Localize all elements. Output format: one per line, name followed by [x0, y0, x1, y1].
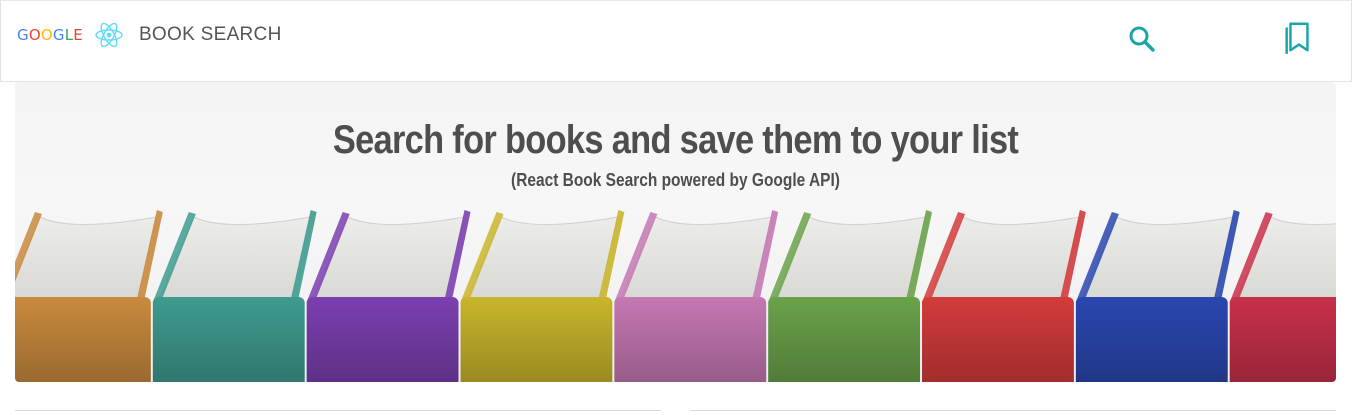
brand-title: BOOK SEARCH [138, 24, 282, 45]
book [306, 210, 471, 382]
google-wordmark: GOOGLE [17, 26, 83, 44]
google-letter: E [73, 26, 83, 44]
book [152, 210, 317, 382]
google-letter: O [40, 26, 53, 44]
book [1229, 212, 1336, 382]
book [922, 210, 1086, 382]
navbar: GOOGLE BOOK SEARCH [0, 0, 1352, 82]
search-icon[interactable] [1125, 22, 1159, 56]
brand[interactable]: GOOGLE BOOK SEARCH [17, 20, 282, 50]
hero-title: Search for books and save them to your l… [332, 118, 1019, 162]
book [460, 210, 625, 382]
book [614, 210, 779, 382]
google-letter: G [17, 26, 29, 44]
results-card-top [690, 410, 1336, 415]
google-letter: G [52, 26, 65, 44]
results-card-top [15, 410, 661, 415]
bookmarks-icon[interactable] [1281, 20, 1315, 54]
react-atom-icon [95, 22, 123, 48]
book [15, 210, 163, 382]
book [768, 210, 933, 382]
hero-subtitle: (React Book Search powered by Google API… [511, 170, 840, 190]
google-letter: L [64, 26, 74, 44]
hero-banner: Search for books and save them to your l… [15, 82, 1336, 382]
google-letter: O [28, 26, 41, 44]
book [1075, 210, 1240, 382]
